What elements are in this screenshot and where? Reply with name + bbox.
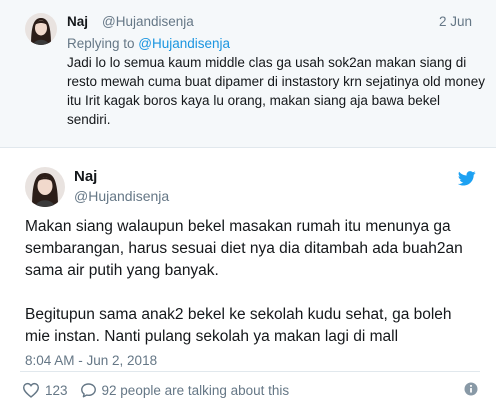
parent-tweet-text: Jadi lo lo semua kaum middle clas ga usa… [67,55,485,127]
tweet-actions: 123 92 people are talking about this [22,380,289,400]
like-button[interactable]: 123 [22,382,68,398]
replying-to-handle[interactable]: @Hujandisenja [138,36,230,51]
heart-icon [22,382,40,398]
replying-to-line: Replying to @Hujandisenja [67,36,230,51]
parent-author-handle[interactable]: @Hujandisenja [102,14,194,29]
parent-avatar[interactable] [25,13,57,45]
parent-tweet[interactable]: Naj @Hujandisenja 2 Jun Replying to @Huj… [0,0,496,148]
tweet-paragraph-1: Makan siang walaupun bekel masakan rumah… [25,218,463,279]
tweet-timestamp[interactable]: 8:04 AM - Jun 2, 2018 [25,353,157,368]
info-icon[interactable] [464,382,478,396]
replying-to-label: Replying to [67,36,139,51]
tweet-text: Makan siang walaupun bekel masakan rumah… [25,216,480,348]
author-handle[interactable]: @Hujandisenja [74,188,169,204]
author-name[interactable]: Naj [74,168,97,185]
divider [20,371,480,372]
like-count: 123 [45,382,68,398]
twitter-bird-icon[interactable] [458,171,476,186]
speech-bubble-icon [80,383,96,398]
conversation-link[interactable]: 92 people are talking about this [80,382,290,398]
parent-tweet-date[interactable]: 2 Jun [439,14,472,29]
parent-author-name[interactable]: Naj [67,14,88,29]
author-avatar[interactable] [25,167,65,207]
talking-count: 92 people are talking about this [101,382,290,398]
tweet-paragraph-2: Begitupun sama anak2 bekel ke sekolah ku… [25,306,452,345]
